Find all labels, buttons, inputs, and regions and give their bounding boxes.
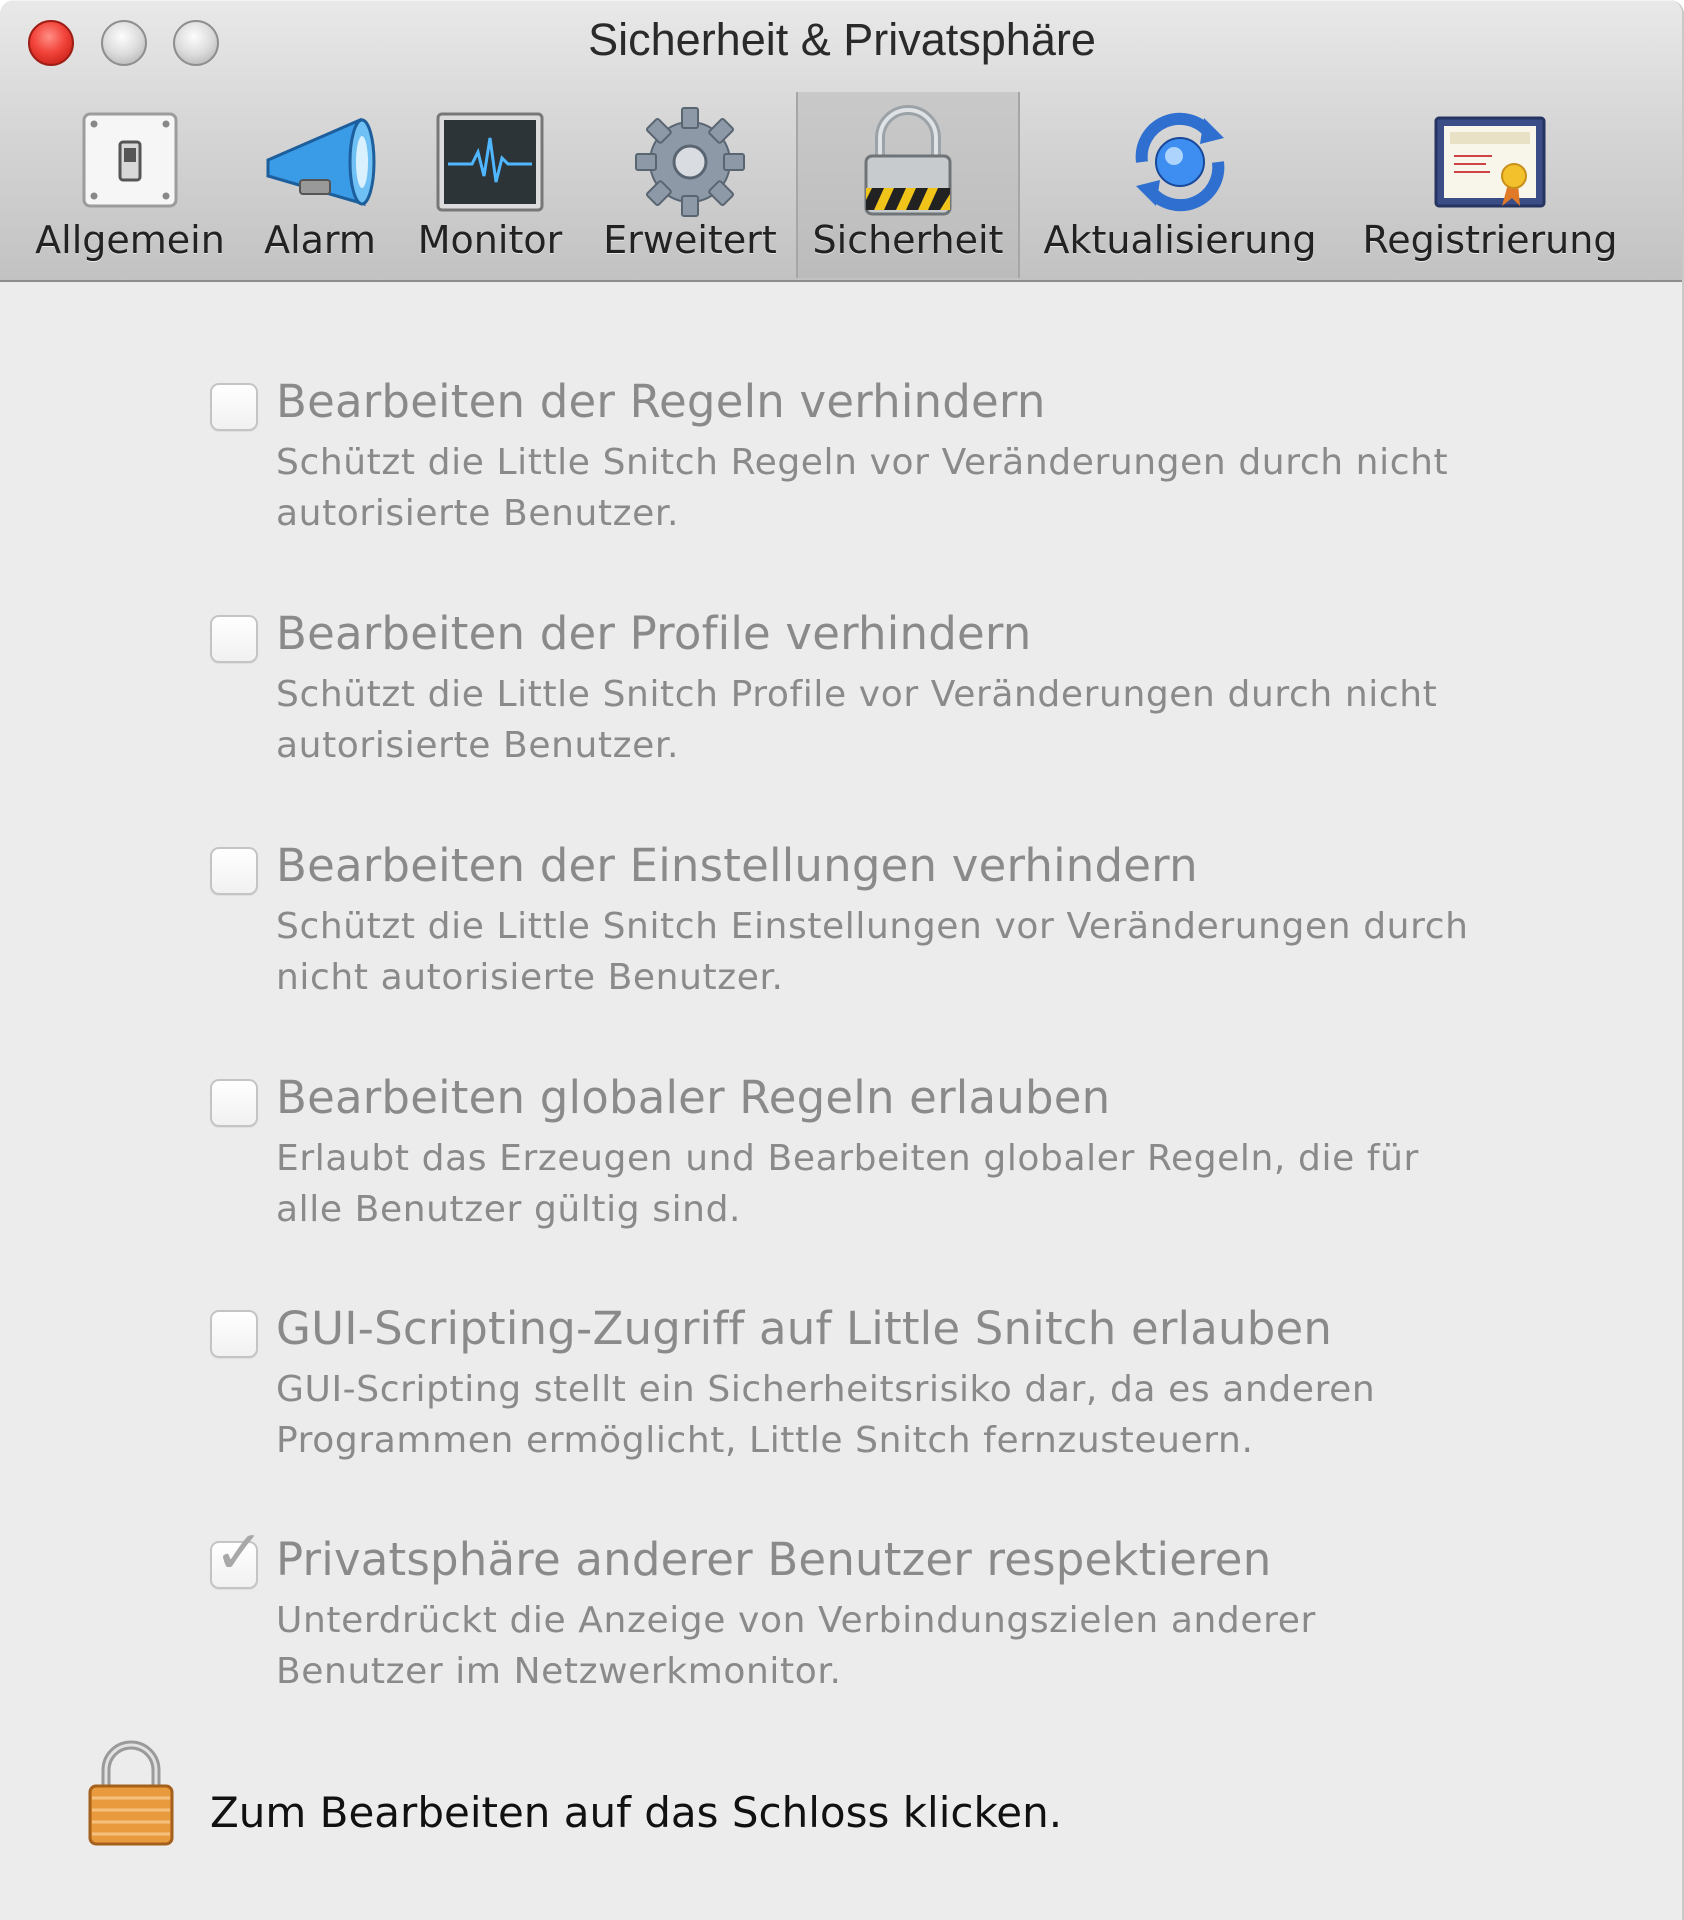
toolbar-label: Monitor <box>417 218 563 262</box>
option-description: Schützt die Little Snitch Einstellungen … <box>276 906 1469 998</box>
monitor-icon <box>436 112 544 212</box>
checkbox[interactable] <box>210 1310 258 1358</box>
option-title: Privatsphäre anderer Benutzer respektier… <box>276 1533 1272 1586</box>
toolbar-item-erweitert[interactable]: Erweitert <box>590 92 790 278</box>
update-globe-icon <box>1135 112 1225 212</box>
gear-icon <box>635 107 745 217</box>
toolbar-item-registrierung[interactable]: Registrierung <box>1340 92 1640 278</box>
toolbar-label: Allgemein <box>35 218 225 262</box>
checkbox[interactable] <box>210 847 258 895</box>
padlock-icon <box>864 105 952 216</box>
preferences-window: Sicherheit & Privatsphäre Allgemein Alar… <box>0 0 1684 1920</box>
license-certificate-icon <box>1434 116 1546 208</box>
toolbar-label: Alarm <box>264 218 376 262</box>
option-title: Bearbeiten der Regeln verhindern <box>276 375 1046 428</box>
lock-hint-text[interactable]: Zum Bearbeiten auf das Schloss klicken. <box>210 1788 1062 1837</box>
option-description: Unterdrückt die Anzeige von Verbindungsz… <box>276 1600 1316 1692</box>
padlock-icon[interactable] <box>86 1740 176 1846</box>
option-description: Erlaubt das Erzeugen und Bearbeiten glob… <box>276 1138 1419 1230</box>
checkbox[interactable] <box>210 383 258 431</box>
toolbar-item-allgemein[interactable]: Allgemein <box>20 92 240 278</box>
switch-icon <box>82 112 178 208</box>
toolbar: Sicherheit & Privatsphäre Allgemein Alar… <box>0 0 1682 282</box>
toolbar-label: Erweitert <box>603 218 777 262</box>
toolbar-item-monitor[interactable]: Monitor <box>400 92 580 278</box>
checkmark-icon: ✓ <box>214 1518 265 1588</box>
option-title: Bearbeiten globaler Regeln erlauben <box>276 1071 1111 1124</box>
option-title: Bearbeiten der Profile verhindern <box>276 607 1032 660</box>
option-description: Schützt die Little Snitch Regeln vor Ver… <box>276 442 1449 534</box>
toolbar-item-aktualisierung[interactable]: Aktualisierung <box>1030 92 1330 278</box>
checkbox[interactable] <box>210 1079 258 1127</box>
toolbar-label: Sicherheit <box>812 218 1004 262</box>
checkbox-checked[interactable]: ✓ <box>210 1523 264 1589</box>
megaphone-icon <box>266 117 376 207</box>
window-title: Sicherheit & Privatsphäre <box>588 14 1096 65</box>
toolbar-item-alarm[interactable]: Alarm <box>250 92 390 278</box>
option-title: Bearbeiten der Einstellungen verhindern <box>276 839 1198 892</box>
option-description: GUI-Scripting stellt ein Sicherheitsrisi… <box>276 1369 1376 1461</box>
checkbox[interactable] <box>210 615 258 663</box>
option-description: Schützt die Little Snitch Profile vor Ve… <box>276 674 1438 766</box>
toolbar-label: Registrierung <box>1362 218 1618 262</box>
option-title: GUI-Scripting-Zugriff auf Little Snitch … <box>276 1302 1333 1355</box>
toolbar-item-sicherheit[interactable]: Sicherheit <box>796 92 1020 278</box>
toolbar-label: Aktualisierung <box>1043 218 1317 262</box>
